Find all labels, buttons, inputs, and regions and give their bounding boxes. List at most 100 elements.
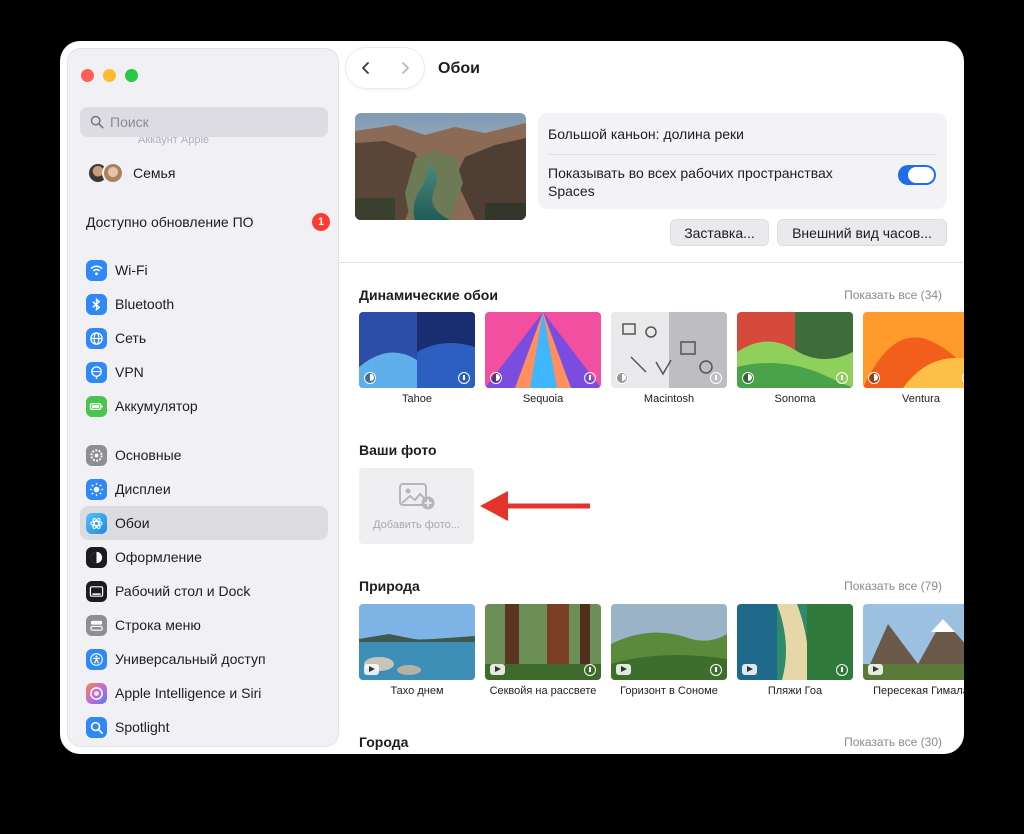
navigation-buttons <box>346 48 424 88</box>
wallpaper-label: Macintosh <box>643 393 695 405</box>
wallpaper-image <box>359 312 475 388</box>
back-icon[interactable] <box>359 61 373 75</box>
add-photo-button[interactable]: Добавить фото... <box>359 468 474 544</box>
wallpaper-image <box>485 604 601 680</box>
wallpaper-thumbnail[interactable]: Sequoia <box>485 312 601 405</box>
download-icon <box>710 372 722 384</box>
video-icon <box>742 664 757 675</box>
settings-window: Аккаунт Apple Поиск Семья Доступно обнов… <box>60 41 964 754</box>
cities-section-title: Города <box>359 734 409 750</box>
sidebar-item-battery[interactable]: Аккумулятор <box>80 389 328 423</box>
sidebar-item-dock[interactable]: Рабочий стол и Dock <box>80 574 328 608</box>
clock-appearance-button[interactable]: Внешний вид часов... <box>777 219 947 246</box>
sidebar-item-display[interactable]: Дисплеи <box>80 472 328 506</box>
wallpaper-image <box>737 604 853 680</box>
sidebar-item-siri[interactable]: Apple Intelligence и Siri <box>80 676 328 710</box>
nature-wallpaper-row: Тахо днем Секвойя на рассвете Горизонт в С… <box>359 604 964 697</box>
divider <box>339 262 964 263</box>
gear-icon <box>86 444 107 466</box>
wallpaper-icon <box>86 512 107 534</box>
nature-section-title: Природа <box>359 578 420 594</box>
battery-icon <box>86 395 107 417</box>
wallpaper-thumbnail[interactable]: Тахо днем <box>359 604 475 697</box>
download-icon <box>458 372 470 384</box>
sidebar-item-accessibility[interactable]: Универсальный доступ <box>80 642 328 676</box>
wallpaper-thumbnail[interactable]: Macintosh <box>611 312 727 405</box>
wallpaper-thumbnail[interactable]: Пересекая Гимала <box>863 604 964 697</box>
software-update-item[interactable]: Доступно обновление ПО 1 <box>86 213 330 231</box>
wallpaper-label: Горизонт в Сономе <box>620 685 718 697</box>
sidebar-item-wallpaper[interactable]: Обои <box>80 506 328 540</box>
dynamic-show-all-button[interactable]: Показать все (34) <box>844 288 942 302</box>
wallpaper-thumbnail[interactable]: Горизонт в Сономе <box>611 604 727 697</box>
search-placeholder: Поиск <box>110 114 149 130</box>
sidebar-item-label: Bluetooth <box>115 296 175 312</box>
screensaver-button[interactable]: Заставка... <box>670 219 769 246</box>
cities-show-all-button[interactable]: Показать все (30) <box>844 735 942 749</box>
forward-icon[interactable] <box>398 61 412 75</box>
wallpaper-thumbnail[interactable]: Tahoe <box>359 312 475 405</box>
vpn-icon <box>86 361 107 383</box>
add-photo-label: Добавить фото... <box>373 519 460 531</box>
accessibility-icon <box>86 648 107 670</box>
download-icon <box>836 664 848 676</box>
wallpaper-thumbnail[interactable]: Секвойя на рассвете <box>485 604 601 697</box>
sidebar-item-label: Оформление <box>115 549 202 565</box>
current-wallpaper-name: Большой каньон: долина реки <box>548 126 744 142</box>
wallpaper-label: Тахо днем <box>390 685 444 697</box>
wallpaper-label: Пересекая Гимала <box>873 685 964 697</box>
wallpaper-label: Tahoe <box>402 393 432 405</box>
wallpaper-label: Пляжи Гоа <box>767 685 823 697</box>
wallpaper-thumbnail[interactable]: Пляжи Гоа <box>737 604 853 697</box>
wifi-icon <box>86 259 107 281</box>
sidebar-item-menubar[interactable]: Строка меню <box>80 608 328 642</box>
avatar <box>102 162 124 184</box>
sidebar-item-label: Apple Intelligence и Siri <box>115 685 262 701</box>
zoom-button[interactable] <box>125 69 138 82</box>
divider <box>548 154 937 155</box>
network-icon <box>86 327 107 349</box>
wallpaper-thumbnail[interactable]: Ventura <box>863 312 964 405</box>
wallpaper-image <box>359 604 475 680</box>
add-photo-icon <box>398 483 434 510</box>
display-icon <box>86 478 107 500</box>
show-all-spaces-toggle[interactable] <box>898 165 936 185</box>
sidebar-item-wifi[interactable]: Wi-Fi <box>80 253 328 287</box>
download-icon <box>584 372 596 384</box>
sidebar: Аккаунт Apple Поиск Семья Доступно обнов… <box>67 48 339 747</box>
dynamic-mode-icon <box>490 372 502 384</box>
sidebar-item-appearance[interactable]: Оформление <box>80 540 328 574</box>
sidebar-item-spotlight[interactable]: Spotlight <box>80 710 328 744</box>
dynamic-section-title: Динамические обои <box>359 287 498 303</box>
wallpaper-info-panel: Большой каньон: долина реки Показывать в… <box>538 113 947 209</box>
wallpaper-thumbnail[interactable]: Sonoma <box>737 312 853 405</box>
download-icon <box>836 372 848 384</box>
sidebar-item-label: Сеть <box>115 330 147 346</box>
sidebar-item-gear[interactable]: Основные <box>80 438 328 472</box>
wallpaper-image <box>485 312 601 388</box>
minimize-button[interactable] <box>103 69 116 82</box>
search-field[interactable]: Поиск <box>80 107 328 137</box>
update-label: Доступно обновление ПО <box>86 214 254 230</box>
sidebar-group-network: Wi-Fi Bluetooth Сеть VPN Аккумулятор <box>80 253 328 423</box>
wallpaper-image <box>611 312 727 388</box>
appearance-icon <box>86 546 107 568</box>
nature-show-all-button[interactable]: Показать все (79) <box>844 579 942 593</box>
sidebar-item-bluetooth[interactable]: Bluetooth <box>80 287 328 321</box>
dynamic-mode-icon <box>742 372 754 384</box>
wallpaper-image <box>611 604 727 680</box>
sidebar-item-label: Аккумулятор <box>115 398 198 414</box>
current-wallpaper-preview[interactable] <box>355 113 526 220</box>
update-badge: 1 <box>312 213 330 231</box>
wallpaper-label: Секвойя на рассвете <box>489 685 597 697</box>
wallpaper-label: Sequoia <box>522 393 564 405</box>
close-button[interactable] <box>81 69 94 82</box>
sidebar-item-vpn[interactable]: VPN <box>80 355 328 389</box>
wallpaper-image <box>863 604 964 680</box>
sidebar-item-label: Универсальный доступ <box>115 651 266 667</box>
sidebar-item-label: VPN <box>115 364 144 380</box>
show-all-spaces-label: Показывать во всех рабочих пространствах… <box>548 165 833 199</box>
sidebar-item-family[interactable]: Семья <box>87 161 175 185</box>
sidebar-item-network[interactable]: Сеть <box>80 321 328 355</box>
window-controls <box>81 69 138 82</box>
